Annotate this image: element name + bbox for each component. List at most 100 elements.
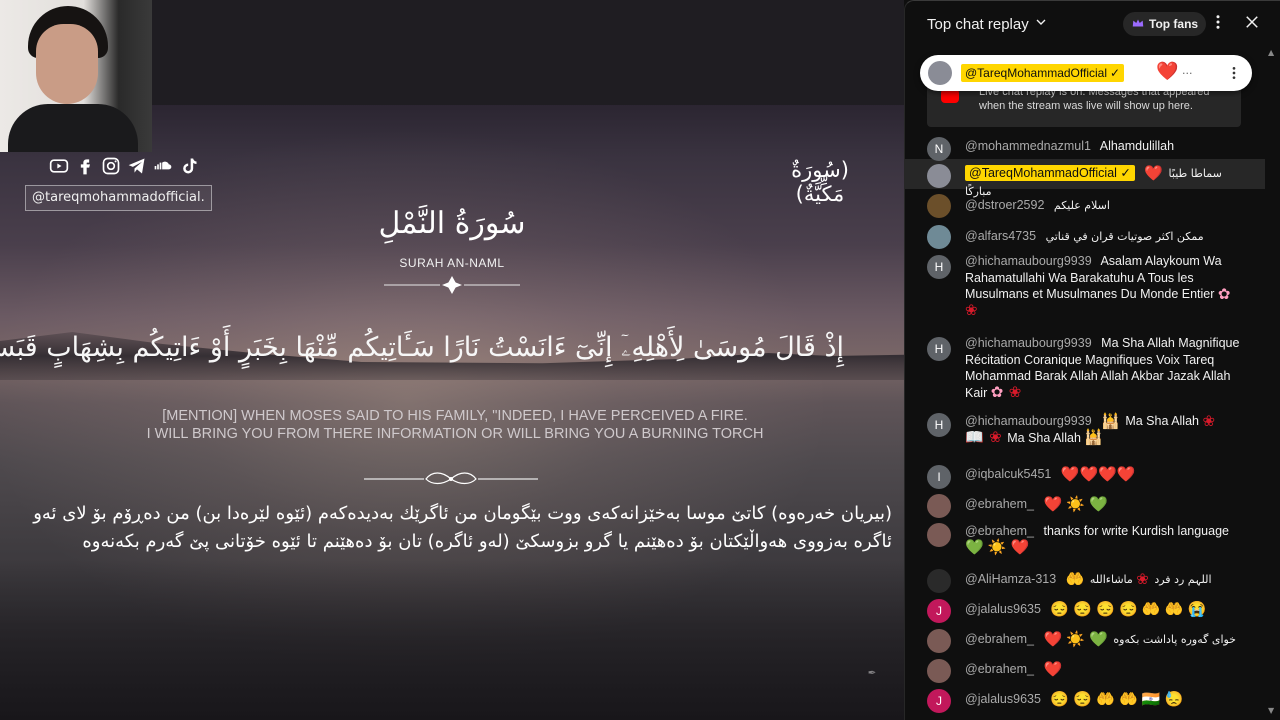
heart-emoji: ❤️ bbox=[1144, 164, 1164, 182]
webcam-overlay bbox=[0, 0, 152, 152]
message-author[interactable]: @ebrahem_ bbox=[965, 632, 1034, 646]
heart-emoji: ❤️❤️❤️❤️ bbox=[1060, 465, 1136, 483]
message-author-owner[interactable]: @TareqMohammadOfficial ✓ bbox=[965, 165, 1135, 181]
calligraphy-signature: ✒ bbox=[867, 668, 877, 679]
message-text: ماشاءالله bbox=[1089, 573, 1133, 586]
message-author[interactable]: @ebrahem_ bbox=[965, 524, 1034, 538]
avatar: H bbox=[927, 255, 951, 279]
owner-badge: @TareqMohammadOfficial ✓ bbox=[961, 64, 1125, 82]
message-text: Ma Sha Allah bbox=[1125, 414, 1199, 428]
heart-icon: ❤️ bbox=[1156, 61, 1179, 82]
avatar bbox=[927, 164, 951, 188]
emoji-run: ❤️ ☀️ 💚 bbox=[1043, 630, 1108, 648]
soundcloud-icon bbox=[152, 155, 174, 177]
live-chat-panel: Top chat replay Top fans Live chat repla… bbox=[904, 0, 1280, 720]
message-author[interactable]: @hichamaubourg9939 bbox=[965, 414, 1092, 428]
surah-title-arabic: سُورَةُ النَّمْلِ bbox=[378, 206, 526, 241]
avatar bbox=[927, 629, 951, 653]
ayah-arabic-text: إِذْ قَالَ مُوسَىٰ لِأَهْلِهِۦٓ إِنِّىٓ … bbox=[0, 332, 844, 363]
pinned-message[interactable]: @TareqMohammadOfficial ✓ ❤️ ... bbox=[920, 55, 1252, 91]
translation-line-2: I WILL BRING YOU FROM THERE INFORMATION … bbox=[146, 426, 764, 442]
message-author[interactable]: @dstroer2592 bbox=[965, 198, 1044, 212]
video-player[interactable]: @tareqmohammadofficial. (سُورَةٌ مَكِّيَ… bbox=[0, 0, 904, 720]
heart-emoji: ❤️ bbox=[1043, 660, 1063, 678]
social-handle: @tareqmohammadofficial. bbox=[25, 185, 212, 211]
message-author[interactable]: @alfars4735 bbox=[965, 229, 1036, 243]
ayah-english-translation: [MENTION] WHEN MOSES SAID TO HIS FAMILY,… bbox=[80, 407, 830, 443]
message-text: Alhamdulillah bbox=[1099, 139, 1175, 153]
rose-emoji: ❀ bbox=[1202, 412, 1216, 430]
crown-icon bbox=[1131, 16, 1145, 33]
ornament-divider bbox=[384, 276, 520, 294]
avatar bbox=[927, 494, 951, 518]
facebook-icon bbox=[74, 155, 96, 177]
close-icon bbox=[1243, 13, 1261, 35]
scroll-down-arrow[interactable]: ▼ bbox=[1268, 706, 1276, 715]
message-text: اسلام عليكم bbox=[1053, 199, 1110, 212]
emoji-run: ❤️ ☀️ 💚 bbox=[1043, 495, 1108, 513]
instagram-icon bbox=[100, 155, 122, 177]
pinned-snippet: ... bbox=[1182, 64, 1193, 77]
message-author[interactable]: @mohammednazmul1 bbox=[965, 139, 1091, 153]
mosque-emoji: 🕌 bbox=[1101, 412, 1120, 430]
close-chat-button[interactable] bbox=[1241, 13, 1263, 35]
translation-line-1: [MENTION] WHEN MOSES SAID TO HIS FAMILY,… bbox=[162, 408, 748, 424]
emoji-run: 😔 😔 🤲 🤲 🇮🇳 😓 bbox=[1050, 690, 1184, 708]
avatar: H bbox=[927, 337, 951, 361]
book-emoji: 📖 bbox=[965, 429, 984, 447]
message-text: اللہم رد فرد bbox=[1154, 573, 1212, 586]
kurdish-translation: (بیریان خەرەوە) کاتێ موسا بەخێزانەکەی وو… bbox=[12, 500, 892, 556]
flower-emoji: ✿ bbox=[990, 384, 1004, 402]
message-author[interactable]: @ebrahem_ bbox=[965, 662, 1034, 676]
message-text: ممكن اكثر صوتيات قران في قناتي bbox=[1045, 230, 1204, 243]
rose-emoji: ❀ bbox=[965, 302, 978, 320]
avatar: I bbox=[927, 465, 951, 489]
chat-menu-button[interactable] bbox=[1207, 13, 1229, 35]
message-author[interactable]: @ebrahem_ bbox=[965, 497, 1034, 511]
emoji-run: 😔 😔 😔 😔 🤲 🤲 😭 bbox=[1050, 600, 1207, 618]
message-author[interactable]: @hichamaubourg9939 bbox=[965, 254, 1092, 268]
tiktok-icon bbox=[178, 155, 200, 177]
message-author[interactable]: @hichamaubourg9939 bbox=[965, 336, 1092, 350]
chevron-down-icon bbox=[1033, 14, 1049, 34]
kurdish-line-1: (بیریان خەرەوە) کاتێ موسا بەخێزانەکەی وو… bbox=[33, 503, 892, 524]
youtube-icon bbox=[48, 155, 70, 177]
scroll-up-arrow[interactable]: ▲ bbox=[1268, 48, 1276, 57]
pinned-more-button[interactable] bbox=[1224, 63, 1244, 83]
avatar: J bbox=[927, 689, 951, 713]
rose-emoji: ❀ bbox=[1008, 384, 1022, 402]
chat-title: Top chat replay bbox=[927, 15, 1029, 33]
avatar bbox=[927, 569, 951, 593]
avatar bbox=[927, 659, 951, 683]
telegram-icon bbox=[126, 155, 148, 177]
rose-emoji: ❀ bbox=[989, 429, 1002, 447]
top-fans-label: Top fans bbox=[1149, 17, 1199, 31]
surah-title-english: SURAH AN-NAML bbox=[399, 256, 505, 270]
flower-emoji: ✿ bbox=[1217, 285, 1231, 303]
message-author[interactable]: @AliHamza-313 bbox=[965, 572, 1056, 586]
top-fans-button[interactable]: Top fans bbox=[1123, 12, 1207, 36]
message-author[interactable]: @iqbalcuk5451 bbox=[965, 467, 1051, 481]
avatar: H bbox=[927, 413, 951, 437]
message-author[interactable]: @jalalus9635 bbox=[965, 692, 1041, 706]
rose-emoji: ❀ bbox=[1136, 570, 1149, 588]
avatar bbox=[927, 523, 951, 547]
verified-check-icon: ✓ bbox=[1110, 66, 1121, 80]
hands-emoji: 🤲 bbox=[1065, 570, 1085, 588]
avatar: N bbox=[927, 137, 951, 161]
avatar bbox=[927, 194, 951, 218]
message-text: Ma Sha Allah bbox=[1007, 430, 1081, 445]
pinned-author: @TareqMohammadOfficial bbox=[965, 66, 1108, 80]
emoji-run: 💚 ☀️ ❤️ bbox=[965, 539, 1030, 557]
makki-label: (سُورَةٌ مَكِّيَّةٌ) bbox=[791, 158, 849, 206]
message-text: خوای گەورە پاداشت بکەوە bbox=[1113, 633, 1236, 646]
more-vert-icon bbox=[1209, 13, 1227, 35]
message-author[interactable]: @jalalus9635 bbox=[965, 602, 1041, 616]
kurdish-line-2: ئاگرە بەزووی هەواڵێکتان بۆ دەهێنم یا گرو… bbox=[82, 531, 892, 552]
chat-mode-dropdown[interactable]: Top chat replay bbox=[927, 14, 1049, 34]
shoreline bbox=[0, 560, 904, 720]
ornament-divider-2 bbox=[364, 472, 538, 485]
youtube-play-icon bbox=[941, 89, 959, 103]
mosque-emoji: 🕌 bbox=[1084, 429, 1104, 447]
avatar: J bbox=[927, 599, 951, 623]
